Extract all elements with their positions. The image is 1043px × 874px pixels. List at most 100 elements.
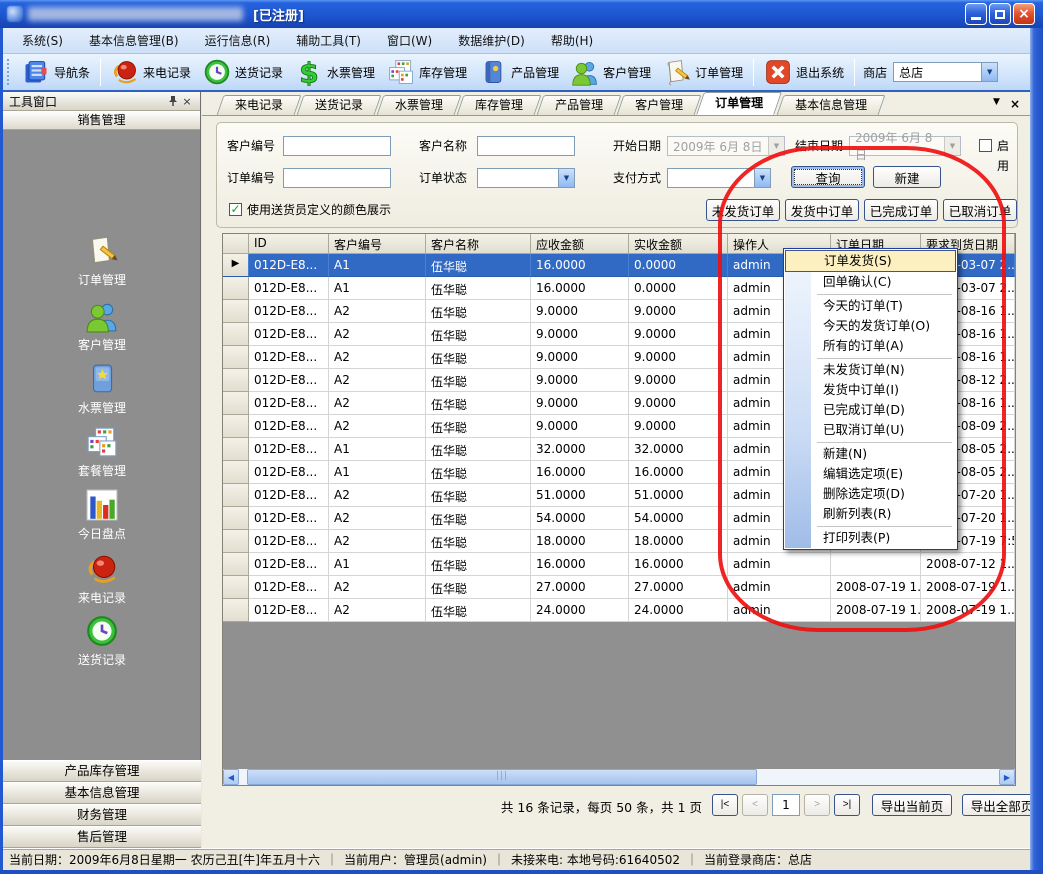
scroll-right-icon[interactable]: ▶ (999, 769, 1015, 785)
cell-operator[interactable]: admin (728, 553, 831, 576)
cell-id[interactable]: 012D-E8... (249, 392, 329, 415)
cell-customer_name[interactable]: 伍华聪 (426, 369, 531, 392)
context-menu-item-未发货订单(N)[interactable]: 未发货订单(N) (785, 360, 956, 380)
customer-no-input[interactable] (283, 136, 391, 156)
row-selector-cell[interactable] (223, 415, 249, 438)
menu-item[interactable]: 系统(S) (9, 29, 76, 52)
cell-id[interactable]: 012D-E8... (249, 507, 329, 530)
cell-operator[interactable]: admin (728, 576, 831, 599)
cell-receivable[interactable]: 9.0000 (531, 346, 629, 369)
delivery-color-checkbox[interactable]: ✓ (229, 203, 242, 216)
cell-receivable[interactable]: 16.0000 (531, 254, 629, 277)
cell-customer_name[interactable]: 伍华聪 (426, 346, 531, 369)
end-date-picker[interactable]: 2009年 6月 8日 ▼ (849, 136, 961, 156)
sidebar-group-button-基本信息管理[interactable]: 基本信息管理 (3, 782, 201, 804)
row-selector-cell[interactable] (223, 346, 249, 369)
row-selector-cell[interactable] (223, 369, 249, 392)
column-header-应收金额[interactable]: 应收金额 (531, 234, 629, 254)
maximize-button[interactable] (989, 3, 1011, 25)
cell-id[interactable]: 012D-E8... (249, 553, 329, 576)
row-selector-cell[interactable] (223, 438, 249, 461)
cell-id[interactable]: 012D-E8... (249, 323, 329, 346)
row-selector-cell[interactable] (223, 484, 249, 507)
cell-received[interactable]: 16.0000 (629, 553, 728, 576)
order-status-select[interactable]: ▼ (477, 168, 575, 188)
order-no-input[interactable] (283, 168, 391, 188)
sidebar-item-送货记录[interactable]: 送货记录 (3, 614, 201, 668)
cell-receivable[interactable]: 54.0000 (531, 507, 629, 530)
status-filter-button-已完成订单[interactable]: 已完成订单 (864, 199, 938, 221)
cell-customer_name[interactable]: 伍华聪 (426, 415, 531, 438)
cell-customer_no[interactable]: A2 (329, 415, 426, 438)
cell-id[interactable]: 012D-E8... (249, 277, 329, 300)
tab-送货记录[interactable]: 送货记录 (300, 95, 378, 115)
pay-method-select[interactable]: ▼ (667, 168, 771, 188)
cell-order_date[interactable]: 2008-07-19 1... (831, 599, 921, 622)
context-menu-item-今天的发货订单(O)[interactable]: 今天的发货订单(O) (785, 316, 956, 336)
cell-id[interactable]: 012D-E8... (249, 461, 329, 484)
row-selector-cell[interactable] (223, 461, 249, 484)
cell-customer_no[interactable]: A2 (329, 392, 426, 415)
menu-item[interactable]: 数据维护(D) (445, 29, 538, 52)
scroll-left-icon[interactable]: ◀ (223, 769, 239, 785)
cell-receivable[interactable]: 27.0000 (531, 576, 629, 599)
cell-customer_name[interactable]: 伍华聪 (426, 438, 531, 461)
cell-id[interactable]: 012D-E8... (249, 530, 329, 553)
cell-receivable[interactable]: 9.0000 (531, 323, 629, 346)
cell-receivable[interactable]: 18.0000 (531, 530, 629, 553)
customer-name-input[interactable] (477, 136, 575, 156)
cell-receivable[interactable]: 9.0000 (531, 369, 629, 392)
cell-received[interactable]: 0.0000 (629, 277, 728, 300)
cell-received[interactable]: 27.0000 (629, 576, 728, 599)
toolbar-button-退出系统[interactable]: 退出系统 (758, 56, 850, 88)
cell-receivable[interactable]: 16.0000 (531, 277, 629, 300)
context-menu-item-回单确认(C)[interactable]: 回单确认(C) (785, 272, 956, 292)
tab-订单管理[interactable]: 订单管理 (700, 92, 778, 115)
sidebar-item-客户管理[interactable]: 客户管理 (3, 299, 201, 353)
sidebar-group-header[interactable]: 销售管理 (3, 111, 200, 130)
tab-产品管理[interactable]: 产品管理 (540, 95, 618, 115)
cell-id[interactable]: 012D-E8... (249, 576, 329, 599)
toolbar-button-来电记录[interactable]: 来电记录 (105, 56, 197, 88)
column-header-客户名称[interactable]: 客户名称 (426, 234, 531, 254)
row-selector-cell[interactable] (223, 599, 249, 622)
cell-customer_name[interactable]: 伍华聪 (426, 323, 531, 346)
close-button[interactable]: × (1013, 3, 1035, 25)
cell-customer_no[interactable]: A2 (329, 530, 426, 553)
cell-customer_no[interactable]: A2 (329, 323, 426, 346)
menu-item[interactable]: 运行信息(R) (192, 29, 284, 52)
cell-customer_no[interactable]: A2 (329, 300, 426, 323)
enable-date-checkbox[interactable] (979, 139, 992, 152)
cell-operator[interactable]: admin (728, 599, 831, 622)
cell-customer_no[interactable]: A2 (329, 599, 426, 622)
cell-received[interactable]: 9.0000 (629, 369, 728, 392)
table-row[interactable]: 012D-E8...A2伍华聪24.000024.0000admin2008-0… (223, 599, 1015, 622)
context-menu-item-发货中订单(I)[interactable]: 发货中订单(I) (785, 380, 956, 400)
sidebar-group-button-产品库存管理[interactable]: 产品库存管理 (3, 760, 201, 782)
minimize-button[interactable] (965, 3, 987, 25)
column-header-实收金额[interactable]: 实收金额 (629, 234, 728, 254)
export-current-page-button[interactable]: 导出当前页 (872, 794, 952, 816)
cell-received[interactable]: 51.0000 (629, 484, 728, 507)
cell-receivable[interactable]: 16.0000 (531, 553, 629, 576)
next-page-button[interactable]: > (804, 794, 830, 816)
tab-客户管理[interactable]: 客户管理 (620, 95, 698, 115)
cell-customer_name[interactable]: 伍华聪 (426, 254, 531, 277)
context-menu-item-已完成订单(D)[interactable]: 已完成订单(D) (785, 400, 956, 420)
status-filter-button-发货中订单[interactable]: 发货中订单 (785, 199, 859, 221)
tool-window-close-icon[interactable]: × (180, 94, 194, 108)
cell-receivable[interactable]: 51.0000 (531, 484, 629, 507)
cell-receivable[interactable]: 16.0000 (531, 461, 629, 484)
context-menu-item-打印列表(P)[interactable]: 打印列表(P) (785, 528, 956, 548)
cell-customer_no[interactable]: A1 (329, 254, 426, 277)
cell-id[interactable]: 012D-E8... (249, 599, 329, 622)
context-menu-item-已取消订单(U)[interactable]: 已取消订单(U) (785, 420, 956, 440)
row-selector-cell[interactable] (223, 392, 249, 415)
cell-received[interactable]: 24.0000 (629, 599, 728, 622)
row-selector-cell[interactable]: ▶ (223, 254, 249, 277)
context-menu-item-编辑选定项(E)[interactable]: 编辑选定项(E) (785, 464, 956, 484)
cell-id[interactable]: 012D-E8... (249, 346, 329, 369)
column-header-ID[interactable]: ID (249, 234, 329, 254)
cell-received[interactable]: 9.0000 (629, 346, 728, 369)
toolbar-button-客户管理[interactable]: 客户管理 (565, 56, 657, 88)
